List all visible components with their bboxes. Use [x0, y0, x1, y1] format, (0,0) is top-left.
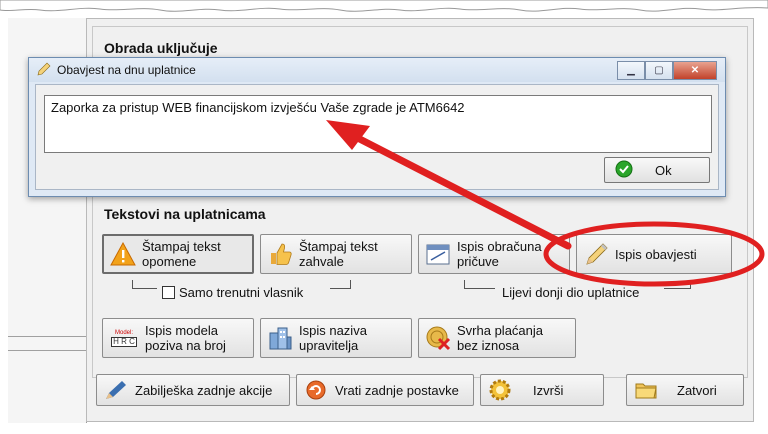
annotation-arrow-head: [326, 120, 370, 150]
screenshot-canvas: Obrada uključuje Tekstovi na uplatnicama…: [0, 0, 768, 434]
annotation-overlay: [326, 120, 765, 287]
annotation-highlight-ellipse: [543, 221, 765, 287]
annotation-arrow-shaft: [342, 128, 572, 250]
